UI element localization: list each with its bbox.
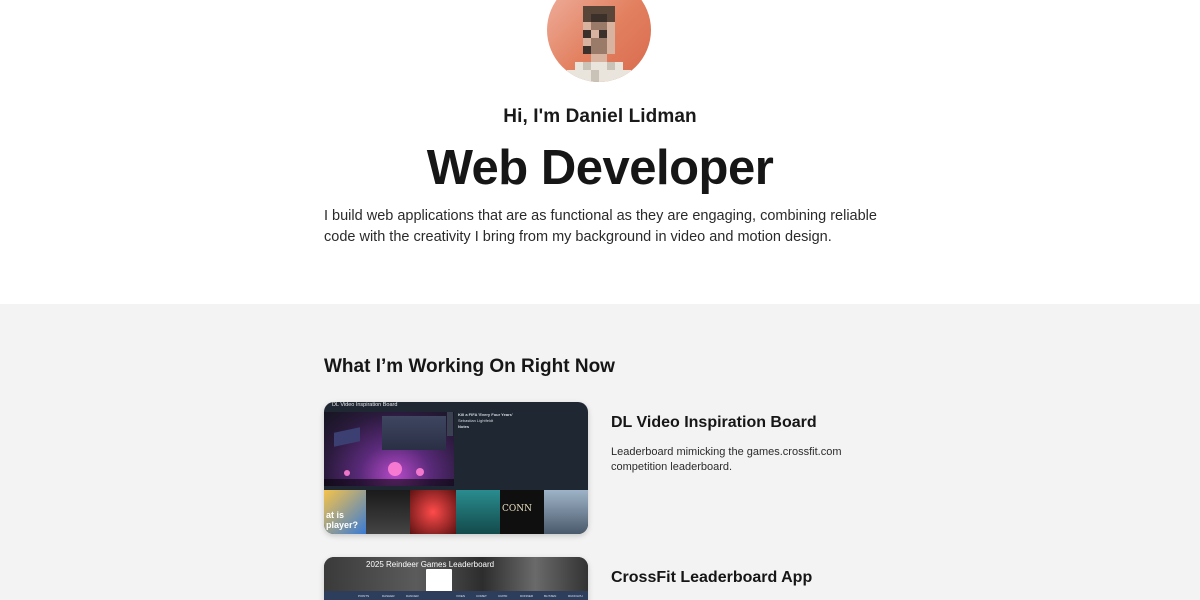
thumbnail-nav: POINTS DASHER DANCER VIXEN COMET CUPID D… <box>324 591 588 600</box>
avatar-pixel <box>583 38 591 46</box>
hero-intro: I build web applications that are as fun… <box>324 208 877 245</box>
avatar-pixel <box>583 6 591 14</box>
project-title[interactable]: DL Video Inspiration Board <box>611 414 817 432</box>
avatar-pixel <box>615 70 623 78</box>
avatar-pixel <box>599 38 607 46</box>
avatar-pixel <box>599 22 607 30</box>
hero-greeting: Hi, I'm Daniel Lidman <box>503 106 697 127</box>
project-thumbnail-video-inspiration-board[interactable]: DL Video Inspiration Board Kill a FIFA '… <box>324 402 588 534</box>
avatar-pixel <box>591 54 599 62</box>
avatar-pixel <box>575 70 583 78</box>
avatar-pixel <box>559 78 567 82</box>
avatar-pixel <box>591 30 599 38</box>
thumbnail-info-panel: Kill a FIFA 'Every Four Years' Sebastian… <box>458 412 513 429</box>
thumbnail-video-frame <box>324 412 454 486</box>
avatar-pixel <box>591 6 599 14</box>
avatar-pixel <box>575 62 583 70</box>
avatar-pixel <box>599 6 607 14</box>
avatar-pixel <box>591 62 599 70</box>
thumbnail-label: DL Video Inspiration Board <box>332 402 398 408</box>
avatar-pixel <box>583 70 591 78</box>
strip-tile <box>366 490 410 534</box>
avatar-pixel <box>575 78 583 82</box>
project-thumbnail-crossfit-leaderboard[interactable]: 2025 Reindeer Games Leaderboard POINTS D… <box>324 557 588 600</box>
avatar-pixel <box>607 14 615 22</box>
avatar-pixel <box>591 46 599 54</box>
avatar-pixel <box>607 62 615 70</box>
avatar-pixel <box>607 22 615 30</box>
avatar-pixel <box>615 78 623 82</box>
avatar-pixel <box>607 46 615 54</box>
avatar-pixel <box>591 22 599 30</box>
avatar-pixel <box>607 30 615 38</box>
avatar-pixel <box>631 78 639 82</box>
avatar-pixel <box>583 22 591 30</box>
avatar-pixel <box>599 62 607 70</box>
strip-tile <box>410 490 456 534</box>
project-description: Leaderboard mimicking the games.crossfit… <box>611 446 842 473</box>
project-title[interactable]: CrossFit Leaderboard App <box>611 569 812 587</box>
avatar-pixel <box>623 78 631 82</box>
avatar-pixel <box>583 30 591 38</box>
strip-tile: CONN <box>500 490 544 534</box>
avatar-pixel <box>583 62 591 70</box>
video-controls <box>324 479 454 486</box>
avatar-pixel <box>591 38 599 46</box>
avatar-pixel <box>599 54 607 62</box>
avatar-pixel <box>567 78 575 82</box>
thumbnail-label: 2025 Reindeer Games Leaderboard <box>366 560 495 569</box>
avatar-pixel <box>567 70 575 78</box>
section-title: What I’m Working On Right Now <box>324 356 615 377</box>
avatar-pixel <box>583 78 591 82</box>
avatar-pixel <box>623 70 631 78</box>
avatar-pixel <box>591 70 599 78</box>
strip-tile <box>456 490 500 534</box>
avatar-pixel <box>583 46 591 54</box>
avatar-pixel <box>591 14 599 22</box>
strip-tile: at is player? <box>324 490 366 534</box>
avatar-pixel <box>591 78 599 82</box>
avatar-pixel <box>599 78 607 82</box>
avatar-pixel <box>607 70 615 78</box>
avatar-pixel <box>599 30 607 38</box>
thumbnail-strip: at is player? CONN <box>324 490 588 534</box>
avatar <box>547 0 651 82</box>
avatar-pixel <box>583 14 591 22</box>
avatar-pixel <box>607 38 615 46</box>
strip-tile <box>544 490 588 534</box>
hero-headline: Web Developer <box>426 141 774 195</box>
avatar-pixel <box>607 78 615 82</box>
avatar-pixel <box>607 6 615 14</box>
avatar-pixel <box>599 70 607 78</box>
avatar-pixel <box>599 14 607 22</box>
avatar-pixel <box>615 62 623 70</box>
work-section: What I’m Working On Right Now DL Video I… <box>0 304 1200 600</box>
avatar-pixel <box>599 46 607 54</box>
hero-section: Hi, I'm Daniel Lidman Web Developer I bu… <box>0 0 1200 304</box>
